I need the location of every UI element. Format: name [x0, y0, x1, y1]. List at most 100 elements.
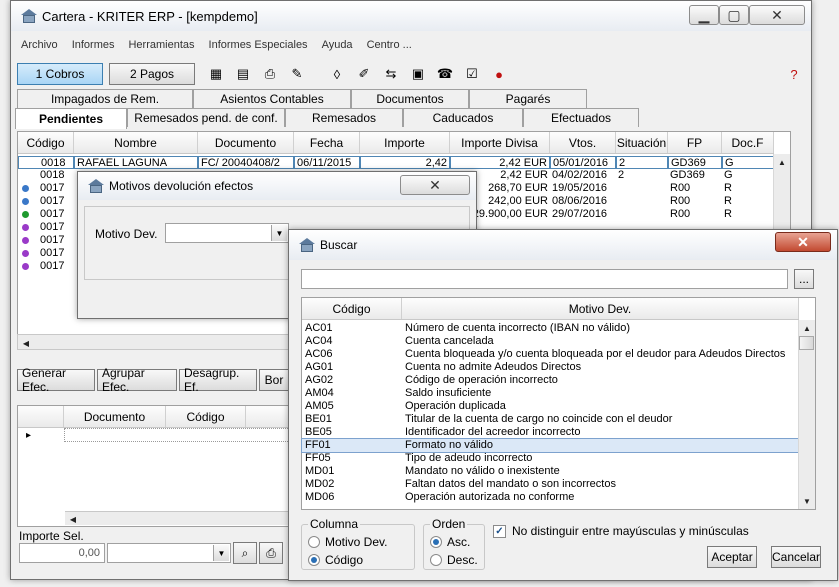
buscar-close-button[interactable]: ✕ [775, 232, 831, 252]
form-icon[interactable]: ▣ [409, 65, 427, 83]
list-item-code: AC06 [305, 348, 333, 360]
menu-item-3[interactable]: Informes Especiales [209, 39, 308, 57]
list-item[interactable]: AG01 Cuenta no admite Adeudos Directos [302, 361, 799, 374]
lower-grid-new-row[interactable] [64, 428, 290, 442]
list-item[interactable]: MD01 Mandato no válido o inexistente [302, 465, 799, 478]
grid-header-5[interactable]: Importe Divisa [450, 132, 550, 153]
columna-option-codigo[interactable]: Código [308, 553, 363, 567]
buscar-house-icon [299, 238, 315, 252]
buscar-vertical-scrollbar[interactable]: ▲ ▼ [798, 320, 815, 509]
document-list-icon[interactable]: ▤ [234, 65, 252, 83]
tab-bottom-0[interactable]: Pendientes [15, 108, 127, 129]
motivo-dev-select[interactable]: ▼ [165, 223, 289, 243]
list-item[interactable]: MD06 Operación autorizada no conforme [302, 491, 799, 504]
help-icon[interactable]: ? [785, 65, 803, 83]
grid-header-1[interactable]: Nombre [74, 132, 198, 153]
list-item[interactable]: BE05 Identificador del acreedor incorrect… [302, 426, 799, 439]
buscar-titlebar[interactable]: Buscar ✕ [289, 230, 837, 260]
scroll-up-icon[interactable]: ▲ [774, 154, 790, 170]
list-item[interactable]: AM04 Saldo insuficiente [302, 387, 799, 400]
case-insensitive-option[interactable]: ✓ No distinguir entre mayúsculas y minús… [493, 524, 749, 538]
aceptar-button[interactable]: Aceptar [707, 546, 757, 568]
tab-bottom-2[interactable]: Remesados [285, 108, 403, 127]
case-insensitive-checkbox[interactable]: ✓ [493, 524, 506, 538]
cash-register-icon[interactable]: ☎ [436, 65, 454, 83]
orden-option-desc[interactable]: Desc. [430, 553, 478, 567]
motivo-chevron-down-icon[interactable]: ▼ [271, 225, 287, 241]
main-titlebar[interactable]: Cartera - KRITER ERP - [kempdemo] ▁ ▢ ✕ [11, 1, 811, 31]
tab-top-0[interactable]: Impagados de Rem. [17, 89, 193, 108]
tab-top-3[interactable]: Pagarés [469, 89, 587, 108]
list-item[interactable]: AM05 Operación duplicada [302, 400, 799, 413]
highlighter-icon[interactable]: ✐ [355, 65, 373, 83]
list-item[interactable]: MD02 Faltan datos del mandato o son incor… [302, 478, 799, 491]
tab-top-2[interactable]: Documentos [351, 89, 469, 108]
scroll-left-icon[interactable]: ◀ [18, 335, 34, 351]
minimize-button[interactable]: ▁ [689, 5, 719, 25]
motivos-close-button[interactable]: ✕ [400, 175, 470, 195]
buscar-search-input[interactable] [301, 269, 788, 289]
grid-header-9[interactable]: Doc.F [722, 132, 774, 153]
print-icon[interactable]: ⎙ [261, 65, 279, 83]
menu-item-1[interactable]: Informes [72, 39, 115, 57]
grid-header-3[interactable]: Fecha [294, 132, 360, 153]
list-item[interactable]: FF01 Formato no válido [301, 438, 800, 453]
transfer-icon[interactable]: ⇆ [382, 65, 400, 83]
grid-header-6[interactable]: Vtos. [550, 132, 616, 153]
grid-header-0[interactable]: Código [18, 132, 74, 153]
action-button-2[interactable]: Desagrup. Ef. [179, 366, 257, 394]
calculator-icon[interactable]: ▦ [207, 65, 225, 83]
columna-radio-1[interactable] [308, 554, 320, 566]
tab-bottom-3[interactable]: Caducados [403, 108, 523, 127]
orden-radio-0[interactable] [430, 536, 442, 548]
menu-item-2[interactable]: Herramientas [128, 39, 194, 57]
motivos-titlebar[interactable]: Motivos devolución efectos ✕ [78, 172, 476, 200]
orden-option-asc[interactable]: Asc. [430, 535, 470, 549]
menu-item-4[interactable]: Ayuda [322, 39, 353, 57]
pin-icon[interactable]: ● [490, 65, 508, 83]
list-item-desc: Tipo de adeudo incorrecto [405, 452, 533, 464]
importe-sel-field[interactable]: 0,00 [19, 543, 105, 563]
grid-header-8[interactable]: FP [668, 132, 722, 153]
grid-header-7[interactable]: Situación [616, 132, 668, 153]
maximize-button[interactable]: ▢ [719, 5, 749, 25]
action-button-1[interactable]: Agrupar Efec. [97, 366, 177, 394]
list-item[interactable]: AC01 Número de cuenta incorrecto (IBAN no… [302, 322, 799, 335]
action-button-0[interactable]: Generar Efec. [17, 366, 95, 394]
cancelar-button[interactable]: Cancelar [771, 546, 821, 568]
buscar-scroll-up-icon[interactable]: ▲ [799, 320, 815, 336]
orden-radio-1[interactable] [430, 554, 442, 566]
lower-grid-hscroll[interactable]: ◀ [65, 511, 289, 525]
table-row[interactable]: 0018 RAFAEL LAGUNA FC/ 20040408/2 06/11/201… [18, 156, 774, 169]
list-item[interactable]: AC04 Cuenta cancelada [302, 335, 799, 348]
menu-item-0[interactable]: Archivo [21, 39, 58, 57]
columna-radio-0[interactable] [308, 536, 320, 548]
eraser-icon[interactable]: ◊ [328, 65, 346, 83]
lower-scroll-left-icon[interactable]: ◀ [65, 512, 81, 526]
edit-icon[interactable]: ✎ [288, 65, 306, 83]
action-button-3[interactable]: Bor [259, 369, 289, 391]
list-item[interactable]: AG02 Código de operación incorrecto [302, 374, 799, 387]
list-item[interactable]: FF05 Tipo de adeudo incorrecto [302, 452, 799, 465]
buscar-scroll-down-icon[interactable]: ▼ [799, 493, 815, 509]
grid-header-4[interactable]: Importe [360, 132, 450, 153]
preview-button[interactable]: ⌕ [233, 542, 257, 564]
tab-bottom-1[interactable]: Remesados pend. de conf. [127, 108, 285, 127]
buscar-scroll-thumb[interactable] [799, 336, 814, 350]
cobros-button[interactable]: 1 Cobros [17, 63, 103, 85]
chevron-down-icon[interactable]: ▼ [213, 545, 229, 561]
list-item[interactable]: BE01 Titular de la cuenta de cargo no coi… [302, 413, 799, 426]
list-item[interactable]: AC06 Cuenta bloqueada y/o cuenta bloquead… [302, 348, 799, 361]
importe-sel-select[interactable]: ▼ [107, 543, 231, 563]
columna-option-motivo[interactable]: Motivo Dev. [308, 535, 387, 549]
tab-top-1[interactable]: Asientos Contables [193, 89, 351, 108]
checklist-icon[interactable]: ☑ [463, 65, 481, 83]
menu-item-5[interactable]: Centro ... [367, 39, 412, 57]
main-close-button[interactable]: ✕ [749, 5, 805, 25]
print-button[interactable]: ⎙ [259, 542, 283, 564]
buscar-browse-button[interactable]: ... [794, 269, 814, 289]
tab-bottom-4[interactable]: Efectuados [523, 108, 639, 127]
grid-header-2[interactable]: Documento [198, 132, 294, 153]
buscar-header-motivo: Motivo Dev. [402, 298, 799, 319]
pagos-button[interactable]: 2 Pagos [109, 63, 195, 85]
